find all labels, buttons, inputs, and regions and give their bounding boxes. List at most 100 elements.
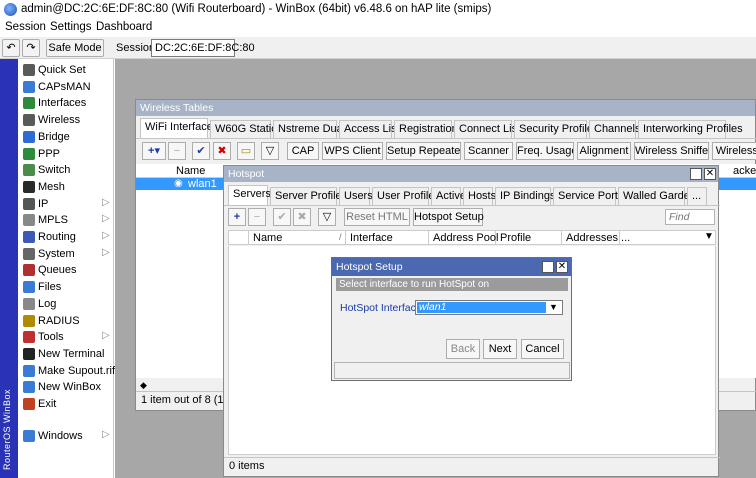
tab-servers[interactable]: Servers [228, 185, 271, 205]
cap-button[interactable]: CAP [287, 142, 319, 160]
sidebar-item-mpls[interactable]: MPLS ▷ [18, 212, 114, 228]
sidebar-item-bridge[interactable]: Bridge [18, 129, 114, 145]
log-icon [23, 297, 35, 310]
tab-more[interactable]: ... [687, 187, 707, 205]
comment-button[interactable]: ▭ [237, 142, 255, 160]
column-address-pool[interactable]: Address Pool [429, 231, 498, 245]
sidebar-item-new-winbox[interactable]: New WinBox [18, 379, 114, 395]
alignment-button[interactable]: Alignment [577, 142, 631, 160]
tab-connect-list[interactable]: Connect List [454, 120, 520, 138]
sidebar-item-log[interactable]: Log [18, 296, 114, 312]
tab-service-ports[interactable]: Service Ports [553, 187, 623, 205]
close-button[interactable]: ✕ [704, 168, 716, 180]
hotspot-filter-button[interactable]: ▽ [318, 208, 336, 226]
maximize-button[interactable] [690, 168, 702, 180]
column-interface[interactable]: Interface [346, 231, 429, 245]
hotspot-title[interactable]: Hotspot [224, 166, 718, 182]
reset-html-button[interactable]: Reset HTML [344, 208, 410, 226]
menu-settings[interactable]: Settings [50, 21, 92, 33]
sidebar-item-routing[interactable]: Routing ▷ [18, 229, 114, 245]
cancel-button[interactable]: Cancel [521, 339, 564, 359]
tab-channels[interactable]: Channels [589, 120, 640, 138]
sidebar-item-new-terminal[interactable]: New Terminal [18, 346, 114, 362]
filter-button[interactable]: ▽ [261, 142, 279, 160]
next-button[interactable]: Next [483, 339, 517, 359]
supout-icon [23, 364, 35, 377]
wireless-tables-title[interactable]: Wireless Tables [136, 100, 755, 116]
tab-ip-bindings[interactable]: IP Bindings [495, 187, 555, 205]
column-name[interactable]: Name [249, 231, 346, 245]
column-addresses[interactable]: Addresses ... [562, 231, 630, 245]
redo-button[interactable]: ↷ [22, 39, 40, 57]
wireless-sniffer-button[interactable]: Wireless Sniffer [634, 142, 709, 160]
sidebar-item-ppp[interactable]: PPP [18, 146, 114, 162]
hotspot-add-button[interactable]: + [228, 208, 246, 226]
sidebar-item-ip[interactable]: IP ▷ [18, 196, 114, 212]
tab-wifi-interfaces[interactable]: WiFi Interfaces [140, 118, 218, 138]
menu-dashboard[interactable]: Dashboard [96, 21, 152, 33]
tab-registration[interactable]: Registration [394, 120, 458, 138]
column-menu-icon[interactable]: ▼ [704, 231, 714, 242]
wireless-icon [23, 114, 35, 127]
remove-button[interactable]: − [168, 142, 186, 160]
routing-icon [23, 231, 35, 243]
tab-interworking-profiles[interactable]: Interworking Profiles [638, 120, 743, 138]
add-button[interactable]: +▾ [142, 142, 166, 160]
sidebar-item-quick-set[interactable]: Quick Set [18, 62, 114, 78]
tab-security-profiles[interactable]: Security Profiles [514, 120, 598, 138]
tab-w60g-station[interactable]: W60G Station [210, 120, 283, 138]
hotspot-interface-select[interactable]: wlan1 ▼ [415, 300, 563, 315]
sidebar-item-tools[interactable]: Tools ▷ [18, 329, 114, 345]
sidebar-item-windows[interactable]: Windows ▷ [18, 428, 114, 444]
disable-button[interactable]: ✖ [213, 142, 231, 160]
sidebar-item-interfaces[interactable]: Interfaces [18, 95, 114, 111]
sidebar-item-files[interactable]: Files [18, 279, 114, 295]
tab-users[interactable]: Users [339, 187, 373, 205]
hotspot-disable-button[interactable]: ✖ [293, 208, 311, 226]
ppp-icon [23, 147, 35, 160]
tab-hosts[interactable]: Hosts [463, 187, 496, 205]
sidebar-item-switch[interactable]: Switch [18, 162, 114, 178]
tab-nstreme-dual[interactable]: Nstreme Dual [273, 120, 345, 138]
dialog-close-button[interactable]: ✕ [556, 261, 568, 273]
hotspot-setup-button[interactable]: Hotspot Setup [413, 208, 484, 226]
sidebar-item-mesh[interactable]: Mesh [18, 179, 114, 195]
undo-button[interactable]: ↶ [2, 39, 20, 57]
sidebar-item-queues[interactable]: Queues [18, 262, 114, 278]
scanner-button[interactable]: Scanner [464, 142, 513, 160]
hotspot-remove-button[interactable]: − [248, 208, 266, 226]
freq-usage-button[interactable]: Freq. Usage [516, 142, 574, 160]
switch-icon [23, 164, 35, 177]
scroll-left-icon[interactable]: ◆ [140, 380, 147, 391]
enable-button[interactable]: ✔ [192, 142, 210, 160]
column-profile[interactable]: Profile [496, 231, 562, 245]
column-packet[interactable]: acket (p [733, 165, 756, 177]
sidebar-item-radius[interactable]: RADIUS [18, 313, 114, 329]
sidebar-item-system[interactable]: System ▷ [18, 246, 114, 262]
tab-access-list[interactable]: Access List [339, 120, 400, 138]
wireless-s-button[interactable]: Wireless S [712, 142, 756, 160]
hotspot-enable-button[interactable]: ✔ [273, 208, 291, 226]
hotspot-list-header: Name / Interface Address Pool Profile Ad… [228, 230, 716, 245]
system-icon [23, 247, 35, 260]
wps-client-button[interactable]: WPS Client [322, 142, 383, 160]
find-input[interactable] [665, 209, 715, 225]
safe-mode-button[interactable]: Safe Mode [46, 39, 104, 57]
sidebar-item-make-supout-rif[interactable]: Make Supout.rif [18, 363, 115, 379]
tab-walled-garden[interactable]: Walled Garden [618, 187, 696, 205]
sidebar-item-label: RADIUS [38, 314, 80, 327]
capsman-icon [23, 80, 35, 93]
column-name[interactable]: Name [176, 165, 205, 177]
setup-repeater-button[interactable]: Setup Repeater [386, 142, 461, 160]
dialog-maximize-button[interactable] [542, 261, 554, 273]
dialog-title[interactable]: Hotspot Setup [332, 258, 571, 276]
tab-user-profiles[interactable]: User Profiles [372, 187, 440, 205]
sidebar-item-capsman[interactable]: CAPsMAN [18, 79, 114, 95]
back-button[interactable]: Back [446, 339, 480, 359]
sidebar-item-exit[interactable]: Exit [18, 396, 114, 412]
tab-server-profiles[interactable]: Server Profiles [270, 187, 347, 205]
sidebar-item-wireless[interactable]: Wireless [18, 112, 114, 128]
menu-session[interactable]: Session [5, 21, 46, 33]
tab-active[interactable]: Active [431, 187, 466, 205]
session-field[interactable]: DC:2C:6E:DF:8C:80 [151, 39, 255, 57]
